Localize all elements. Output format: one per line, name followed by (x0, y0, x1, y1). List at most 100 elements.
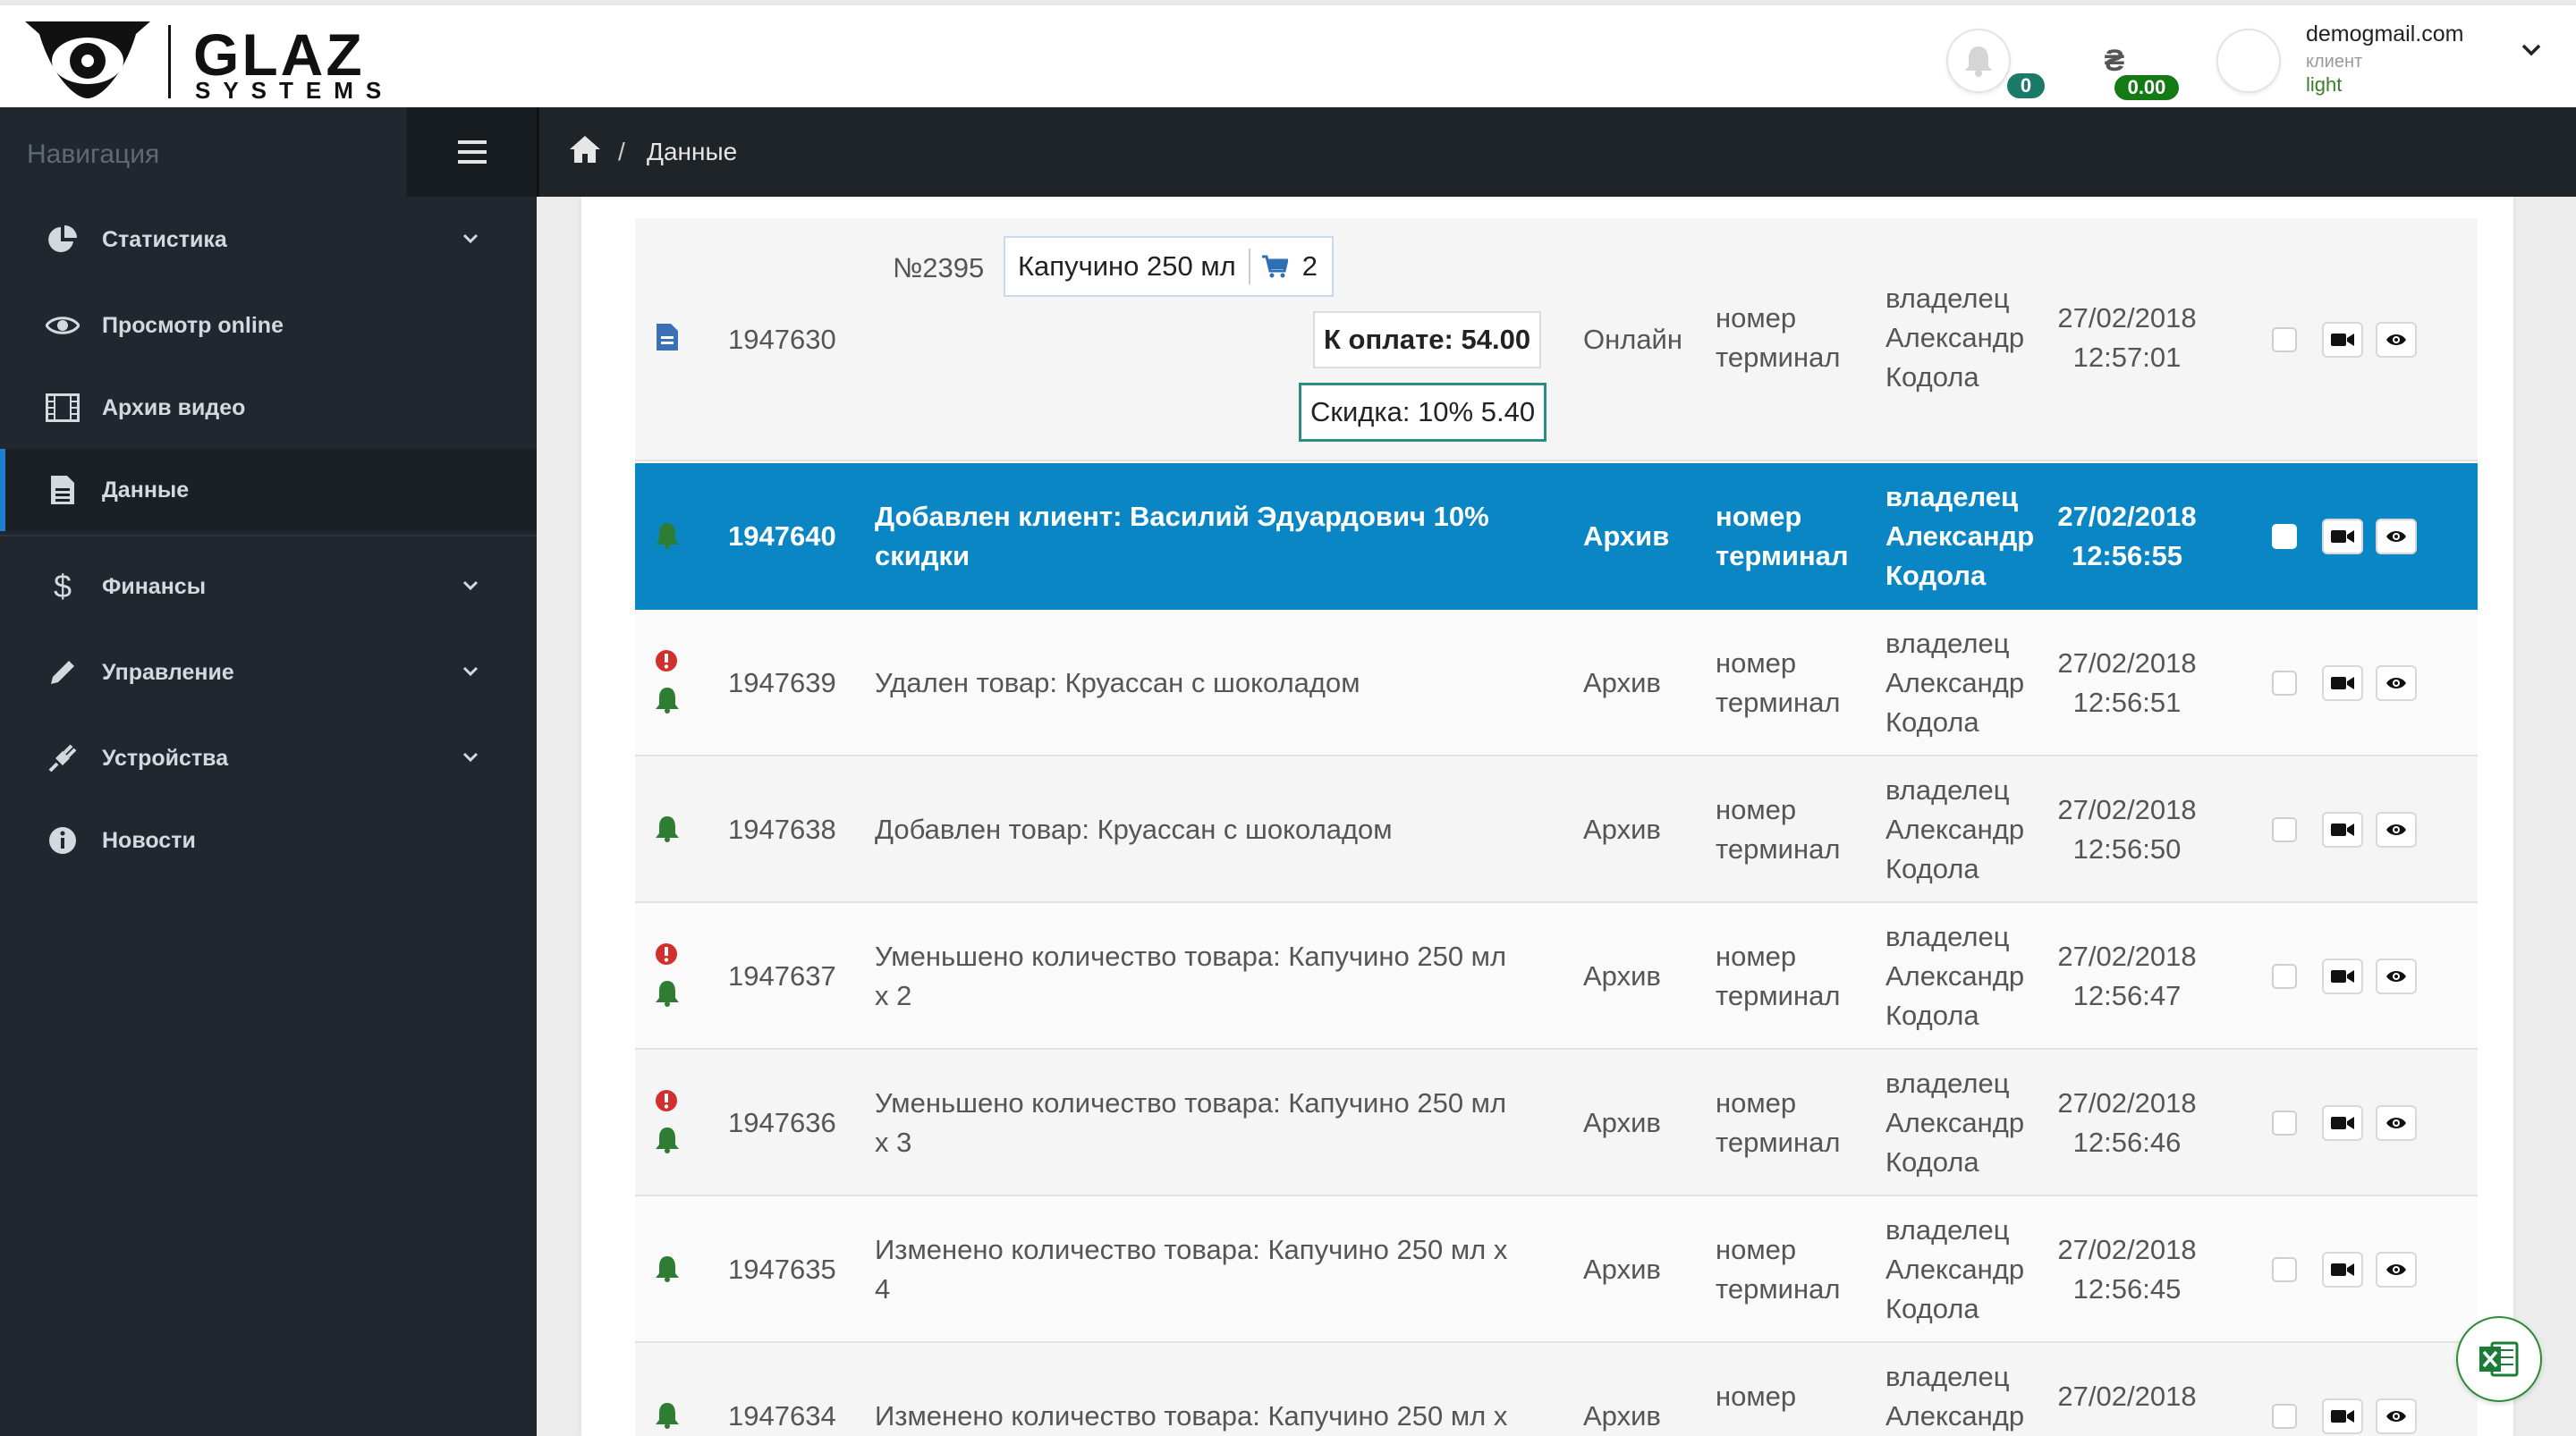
sidebar-item-statistics[interactable]: Статистика (0, 199, 537, 281)
sidebar-item-management[interactable]: Управление (0, 631, 537, 714)
table-row[interactable]: 1947634 Изменено количество товара: Капуч… (635, 1343, 2478, 1436)
row-checkbox[interactable] (2272, 1257, 2297, 1282)
row-checkbox[interactable] (2272, 964, 2297, 989)
event-datetime: 27/02/2018 12:56:50 (2029, 790, 2225, 869)
bell-icon (655, 980, 691, 1014)
status-icons (655, 815, 691, 849)
order-item-qty: 2 (1301, 250, 1318, 282)
video-button[interactable] (2322, 1105, 2363, 1141)
user-email[interactable]: demogmail.com (2306, 21, 2463, 47)
warning-icon (655, 647, 691, 687)
table-row-selected[interactable]: 1947640 Добавлен клиент: Василий Эдуардов… (635, 463, 2478, 610)
video-button[interactable] (2322, 322, 2363, 358)
row-checkbox[interactable] (2272, 524, 2297, 549)
event-user: владелец Александр Кодола (1885, 624, 2024, 742)
avatar[interactable] (2216, 29, 2281, 93)
event-id: 1947634 (728, 1400, 836, 1432)
order-item-qty-group: 2 (1250, 250, 1332, 283)
event-source: Архив (1583, 814, 1661, 845)
user-line: Александр (1885, 667, 2025, 698)
warning-icon (655, 1087, 691, 1127)
balance-value: 0.00 (2113, 73, 2181, 102)
menu-toggle-button[interactable] (407, 107, 537, 197)
video-button[interactable] (2322, 519, 2363, 554)
row-checkbox[interactable] (2272, 1111, 2297, 1136)
view-button[interactable] (2376, 1105, 2417, 1141)
terminal-line: номер (1716, 647, 1797, 679)
table-row[interactable]: 1947635 Изменено количество товара: Капуч… (635, 1196, 2478, 1343)
user-role: клиент (2306, 52, 2363, 72)
table-row[interactable]: 1947637 Уменьшено количество товара: Капу… (635, 903, 2478, 1050)
status-icons (655, 647, 691, 721)
sidebar-item-label: Данные (102, 477, 190, 503)
view-button[interactable] (2376, 959, 2417, 994)
table-row[interactable]: 1947638 Добавлен товар: Круассан с шокола… (635, 756, 2478, 903)
sidebar: Навигация Статистика Просмотр online Арх… (0, 107, 537, 1436)
event-id: 1947638 (728, 814, 836, 845)
event-date: 27/02/2018 (2057, 1381, 2197, 1412)
table-row[interactable]: 1947636 Уменьшено количество товара: Капу… (635, 1050, 2478, 1196)
sidebar-item-archive[interactable]: Архив видео (0, 367, 537, 449)
table-row[interactable]: 1947639 Удален товар: Круассан с шоколадо… (635, 610, 2478, 756)
event-datetime: 27/02/2018 (2029, 1377, 2225, 1416)
view-button[interactable] (2376, 322, 2417, 358)
view-button[interactable] (2376, 665, 2417, 701)
video-button[interactable] (2322, 959, 2363, 994)
info-icon (45, 823, 80, 858)
pencil-icon (45, 655, 80, 690)
breadcrumb-separator: / (618, 138, 625, 165)
event-source: Онлайн (1583, 324, 1682, 355)
event-date: 27/02/2018 (2057, 647, 2197, 679)
chevron-down-icon[interactable] (2521, 43, 2542, 57)
breadcrumb-current: Данные (647, 138, 738, 165)
video-button[interactable] (2322, 1252, 2363, 1288)
event-datetime: 27/02/2018 12:56:55 (2029, 497, 2225, 576)
breadcrumb: / Данные (537, 107, 2576, 197)
event-description: Изменено количество товара: Капучино 250… (875, 1397, 1563, 1436)
event-datetime: 27/02/2018 12:56:46 (2029, 1084, 2225, 1162)
event-description: Уменьшено количество товара: Капучино 25… (875, 937, 1563, 1016)
sidebar-item-devices[interactable]: Устройства (0, 717, 537, 799)
view-button[interactable] (2376, 519, 2417, 554)
event-user: владелец Александр Кодола (1885, 771, 2024, 889)
bell-icon (655, 1255, 691, 1289)
order-discount: Скидка: 10% 5.40 (1299, 383, 1547, 442)
video-camera-icon (2331, 1408, 2354, 1424)
row-checkbox[interactable] (2272, 327, 2297, 352)
description-line: Изменено количество товара: Капучино 250… (875, 1234, 1508, 1265)
user-line: Александр (1885, 960, 2025, 992)
logo[interactable]: GLAZ SYSTEMS (25, 21, 383, 102)
event-description: Изменено количество товара: Капучино 250… (875, 1230, 1563, 1309)
main-content: 1947630 №2395 Капучино 250 мл 2 К оплате… (537, 197, 2576, 1436)
export-excel-button[interactable] (2456, 1316, 2542, 1402)
eye-icon (2386, 334, 2406, 345)
view-button[interactable] (2376, 1252, 2417, 1288)
sidebar-item-data[interactable]: Данные (0, 449, 537, 531)
video-button[interactable] (2322, 665, 2363, 701)
eye-icon (2385, 676, 2407, 690)
event-date: 27/02/2018 (2057, 501, 2197, 532)
sidebar-item-label: Новости (102, 827, 196, 853)
row-checkbox[interactable] (2272, 671, 2297, 696)
terminal-line: номер (1716, 501, 1802, 532)
event-time: 12:57:01 (2072, 342, 2182, 373)
view-button[interactable] (2376, 812, 2417, 848)
sidebar-item-label: Просмотр online (102, 312, 284, 338)
terminal-line: номер (1716, 794, 1797, 825)
row-checkbox[interactable] (2272, 1404, 2297, 1429)
view-button[interactable] (2376, 1398, 2417, 1434)
row-checkbox[interactable] (2272, 817, 2297, 842)
video-button[interactable] (2322, 812, 2363, 848)
home-icon[interactable] (568, 134, 602, 165)
sidebar-item-finance[interactable]: $ Финансы (0, 545, 537, 628)
notifications-button[interactable] (1946, 29, 2011, 93)
sidebar-item-online[interactable]: Просмотр online (0, 284, 537, 367)
terminal-line: номер (1716, 941, 1797, 972)
event-terminal: номер терминал (1716, 299, 1840, 377)
sidebar-item-news[interactable]: Новости (0, 799, 537, 882)
order-row[interactable]: 1947630 №2395 Капучино 250 мл 2 К оплате… (635, 218, 2478, 461)
event-id: 1947639 (728, 667, 836, 698)
user-line: владелец (1885, 628, 2010, 659)
video-camera-icon (2331, 822, 2354, 838)
video-button[interactable] (2322, 1398, 2363, 1434)
